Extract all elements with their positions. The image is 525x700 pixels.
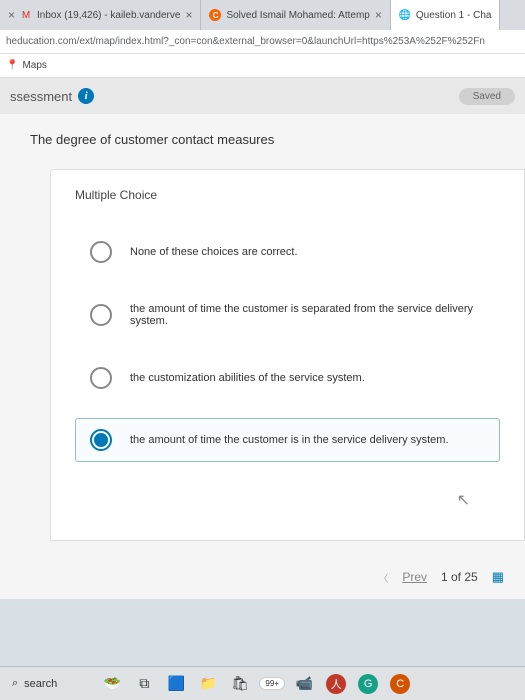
chegg-icon: C [209, 9, 221, 21]
question-type-label: Multiple Choice [75, 188, 500, 202]
search-label: search [24, 678, 57, 690]
close-icon[interactable]: × [375, 8, 382, 22]
question-position: 1 of 25 [441, 570, 478, 584]
option-4[interactable]: the amount of time the customer is in th… [75, 418, 500, 462]
close-icon[interactable]: × [8, 8, 15, 22]
task-view-icon[interactable]: ⧉ [133, 673, 155, 695]
question-prompt: The degree of customer contact measures [30, 132, 525, 147]
option-text: the amount of time the customer is separ… [130, 303, 485, 327]
browser-tab-chegg[interactable]: C Solved Ismail Mohamed: Attemp × [201, 0, 390, 30]
radio-icon [90, 241, 112, 263]
app-icon-orange[interactable]: C [389, 673, 411, 695]
address-bar[interactable]: heducation.com/ext/map/index.html?_con=c… [0, 30, 525, 54]
prev-button[interactable]: Prev [402, 570, 427, 584]
tab-label: Inbox (19,426) - kaileb.vanderve [37, 10, 180, 21]
search-icon: ⌕ [12, 677, 18, 690]
news-icon[interactable]: 🥗 [101, 673, 123, 695]
question-card: Multiple Choice None of these choices ar… [50, 169, 525, 541]
tab-label: Solved Ismail Mohamed: Attemp [226, 10, 369, 21]
taskbar-search[interactable]: ⌕ search [6, 677, 63, 690]
store-icon[interactable]: 🛍 [229, 673, 251, 695]
url-text: heducation.com/ext/map/index.html?_con=c… [6, 36, 485, 47]
browser-tab-question[interactable]: 🌐 Question 1 - Cha [391, 0, 501, 30]
browser-tab-inbox[interactable]: × M Inbox (19,426) - kaileb.vanderve × [0, 0, 201, 30]
radio-icon [90, 367, 112, 389]
cursor-icon: ↖ [75, 480, 500, 510]
app-icon-red[interactable]: 人 [325, 673, 347, 695]
option-3[interactable]: the customization abilities of the servi… [75, 356, 500, 400]
explorer-icon[interactable]: 📁 [197, 673, 219, 695]
assessment-label: ssessment [10, 89, 72, 104]
question-nav: 〈 Prev 1 of 25 ▦ [30, 541, 525, 599]
option-text: the amount of time the customer is in th… [130, 434, 449, 446]
option-text: None of these choices are correct. [130, 246, 298, 258]
info-icon[interactable]: i [78, 88, 94, 104]
radio-icon [90, 429, 112, 451]
saved-status: Saved [459, 88, 515, 105]
bookmark-link[interactable]: Maps [22, 60, 46, 71]
mail-icon[interactable]: 99+ [261, 673, 283, 695]
browser-tab-strip: × M Inbox (19,426) - kaileb.vanderve × C… [0, 0, 525, 30]
edge-icon[interactable]: 🟦 [165, 673, 187, 695]
grid-icon[interactable]: ▦ [492, 569, 503, 585]
tab-label: Question 1 - Cha [416, 10, 492, 21]
maps-icon: 📍 [6, 60, 18, 71]
option-text: the customization abilities of the servi… [130, 372, 365, 384]
chevron-left-icon[interactable]: 〈 [378, 570, 388, 585]
close-icon[interactable]: × [185, 8, 192, 22]
radio-icon [90, 304, 112, 326]
zoom-icon[interactable]: 📹 [293, 673, 315, 695]
app-icon-green[interactable]: G [357, 673, 379, 695]
question-area: The degree of customer contact measures … [0, 114, 525, 599]
bookmarks-bar: 📍 Maps [0, 54, 525, 78]
globe-icon: 🌐 [399, 9, 411, 21]
gmail-icon: M [20, 9, 32, 21]
option-1[interactable]: None of these choices are correct. [75, 230, 500, 274]
assessment-header: ssessment i Saved [0, 78, 525, 114]
mail-badge: 99+ [259, 677, 285, 690]
option-2[interactable]: the amount of time the customer is separ… [75, 292, 500, 338]
windows-taskbar: ⌕ search 🥗 ⧉ 🟦 📁 🛍 99+ 📹 人 G C [0, 666, 525, 700]
